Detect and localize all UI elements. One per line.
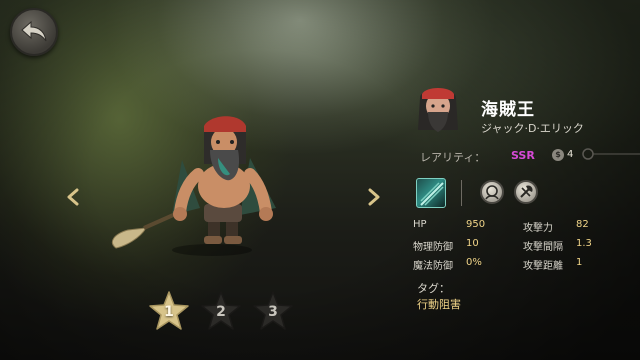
star-level-label: 1 [164,304,174,320]
character-name: 海賊王 [481,100,535,120]
stat-label: 魔法防御 [413,261,453,272]
axe-icon [520,185,533,198]
tag-value: 行動阻害 [417,298,461,311]
star-level-2-button[interactable]: 2 [200,290,242,332]
chevron-left-icon [67,188,79,206]
stat-label: 物理防御 [413,242,453,253]
previous-hero-button[interactable] [66,188,80,206]
stat-value: 950 [466,219,486,230]
star-level-label: 3 [268,304,278,320]
next-hero-button[interactable] [367,188,381,206]
key-icon [582,148,640,160]
hero-character-illustration [112,116,276,256]
back-arrow-icon [21,20,47,42]
stat-value: 1 [576,257,583,268]
character-subtitle: ジャック·D·エリック [481,122,584,135]
skill-icon [420,182,444,206]
stat-value: 10 [466,238,479,249]
star-level-1-button[interactable]: 1 [148,290,190,332]
star-level-label: 2 [216,304,226,320]
coin-icon: $ [552,149,564,161]
rarity-label: レアリティ： [420,151,486,164]
tag-label: タグ： [417,282,450,295]
stat-label: 攻撃距離 [523,261,563,272]
cost-value: 4 [567,149,574,160]
back-button[interactable] [10,8,58,56]
face-icon [485,185,499,200]
background-vignette [0,0,640,360]
rarity-value: SSR [511,149,535,162]
stat-value: 0% [466,257,482,268]
chevron-right-icon [368,188,380,206]
stat-label: 攻撃力 [523,223,553,234]
trait-icon-axe[interactable] [514,180,538,204]
stat-value: 1.3 [576,238,592,249]
character-portrait [418,88,458,132]
stat-value: 82 [576,219,589,230]
star-level-3-button[interactable]: 3 [252,290,294,332]
stat-label: HP [413,219,427,230]
skill-divider [461,180,462,206]
stat-label: 攻撃間隔 [523,242,563,253]
main-skill-icon[interactable] [416,178,446,208]
star-level-selector: 1 2 3 [148,290,294,332]
trait-icon-face[interactable] [480,180,504,204]
